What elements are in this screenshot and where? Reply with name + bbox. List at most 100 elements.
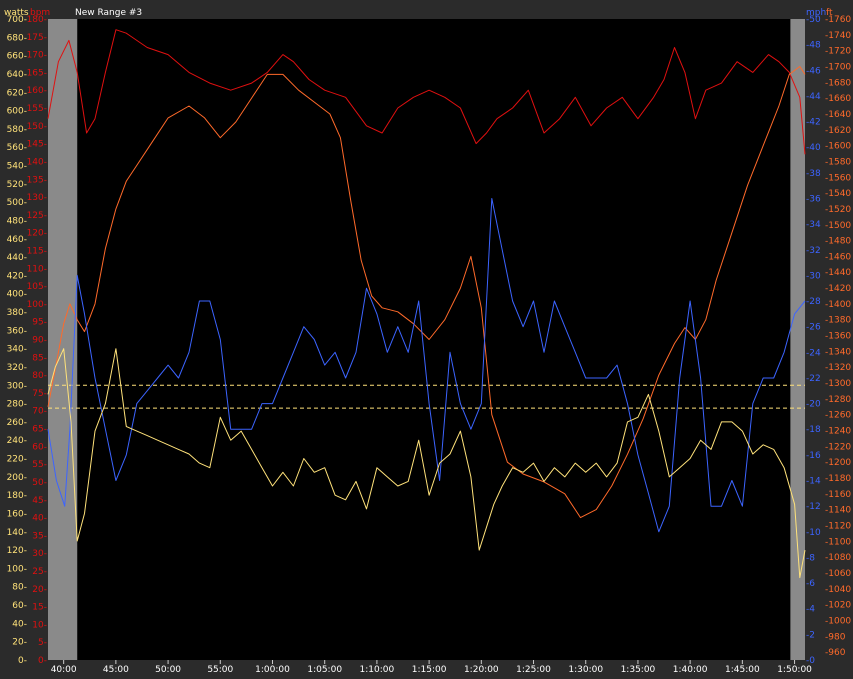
axis-ft-tick: -1540 bbox=[825, 189, 851, 199]
axis-watts-tick: 80- bbox=[12, 583, 27, 593]
axis-mph-tick: -4 bbox=[806, 605, 815, 615]
axis-ft-tick: -1120 bbox=[825, 521, 851, 531]
axis-ft-tick: -1400 bbox=[825, 300, 851, 310]
axis-ft-tick: -1380 bbox=[825, 316, 851, 326]
axis-bpm-tick: 105- bbox=[27, 282, 47, 292]
axis-mph-tick: -44 bbox=[806, 92, 821, 102]
axis-mph-tick: -22 bbox=[806, 374, 821, 384]
axis-bpm-tick: 10- bbox=[32, 620, 47, 630]
axis-ft-tick: -1020 bbox=[825, 601, 851, 611]
time-axis-tick: 1:50:00 bbox=[777, 665, 812, 675]
axis-ft-tick: -1140 bbox=[825, 506, 851, 516]
axis-ft-tick: -1180 bbox=[825, 474, 851, 484]
axis-mph-tick: -38 bbox=[806, 169, 821, 179]
axis-bpm-tick: 50- bbox=[32, 478, 47, 488]
axis-mph-tick: -48 bbox=[806, 41, 821, 51]
time-axis-tick: 1:30:00 bbox=[568, 665, 603, 675]
axis-mph-tick: -8 bbox=[806, 553, 815, 563]
axis-bpm-tick: 45- bbox=[32, 496, 47, 506]
axis-watts-tick: 580- bbox=[7, 125, 27, 135]
axis-bpm-tick: 120- bbox=[27, 229, 47, 239]
axis-mph-tick: -30 bbox=[806, 271, 821, 281]
axis-watts-tick: 200- bbox=[7, 473, 27, 483]
axis-ft-tick: -1340 bbox=[825, 347, 851, 357]
axis-ft-tick: -1740 bbox=[825, 31, 851, 41]
axis-watts-tick: 140- bbox=[7, 528, 27, 538]
axis-ft-tick: -1360 bbox=[825, 332, 851, 342]
axis-watts-tick: 500- bbox=[7, 198, 27, 208]
axis-ft-tick: -1520 bbox=[825, 205, 851, 215]
axis-bpm-tick: 115- bbox=[27, 246, 47, 256]
time-axis-tick: 50:00 bbox=[155, 665, 181, 675]
time-axis-tick: 1:20:00 bbox=[464, 665, 499, 675]
axis-ft-tick: -1080 bbox=[825, 553, 851, 563]
axis-watts-tick: 460- bbox=[7, 235, 27, 245]
axis-mph-tick: -28 bbox=[806, 297, 821, 307]
axis-bpm-tick: 25- bbox=[32, 567, 47, 577]
axis-watts-tick: 280- bbox=[7, 400, 27, 410]
axis-bpm-tick: 145- bbox=[27, 140, 47, 150]
range-label: New Range #3 bbox=[75, 8, 142, 18]
axis-mph-tick: -18 bbox=[806, 425, 821, 435]
axis-watts-tick: 320- bbox=[7, 363, 27, 373]
time-axis-tick: 45:00 bbox=[103, 665, 129, 675]
ft-axis-title: ft bbox=[826, 8, 833, 18]
axis-ft-tick: -1160 bbox=[825, 490, 851, 500]
axis-bpm-tick: 110- bbox=[27, 264, 47, 274]
axis-bpm-tick: 70- bbox=[32, 407, 47, 417]
axis-watts-tick: 360- bbox=[7, 326, 27, 336]
axis-mph-tick: -36 bbox=[806, 194, 821, 204]
axis-ft-tick: -960 bbox=[825, 648, 846, 658]
axis-ft-tick: -1320 bbox=[825, 363, 851, 373]
axis-mph-tick: -26 bbox=[806, 323, 821, 333]
axis-bpm-tick: 150- bbox=[27, 122, 47, 132]
axis-watts-tick: 340- bbox=[7, 345, 27, 355]
axis-watts-tick: 540- bbox=[7, 162, 27, 172]
plot-area bbox=[48, 19, 805, 660]
time-axis-tick: 1:05:00 bbox=[307, 665, 342, 675]
axis-ft-tick: -1300 bbox=[825, 379, 851, 389]
axis-watts-tick: 220- bbox=[7, 455, 27, 465]
axis-mph-tick: -46 bbox=[806, 66, 821, 76]
time-axis-tick: 1:10:00 bbox=[360, 665, 395, 675]
axis-watts-tick: 400- bbox=[7, 290, 27, 300]
axis-watts-tick: 640- bbox=[7, 70, 27, 80]
axis-bpm-tick: 140- bbox=[27, 157, 47, 167]
axis-ft-tick: -1440 bbox=[825, 268, 851, 278]
axis-ft-tick: -1460 bbox=[825, 252, 851, 262]
axis-ft-tick: -1100 bbox=[825, 537, 851, 547]
axis-mph-tick: -6 bbox=[806, 579, 815, 589]
axis-watts-tick: 40- bbox=[12, 619, 27, 629]
axis-ft-tick: -1420 bbox=[825, 284, 851, 294]
axis-bpm-tick: 90- bbox=[32, 336, 47, 346]
axis-mph-tick: -24 bbox=[806, 348, 821, 358]
axis-bpm-tick: 95- bbox=[32, 318, 47, 328]
axis-ft-tick: -1600 bbox=[825, 142, 851, 152]
axis-mph-tick: -10 bbox=[806, 528, 821, 538]
axis-watts-tick: 20- bbox=[12, 638, 27, 648]
axis-watts-tick: 180- bbox=[7, 491, 27, 501]
mph-axis-title: mph bbox=[806, 8, 826, 18]
time-axis-tick: 1:45:00 bbox=[725, 665, 760, 675]
axis-bpm-tick: 20- bbox=[32, 585, 47, 595]
axis-watts-tick: 680- bbox=[7, 33, 27, 43]
ft-axis: -960 -980 -1000 -1020 -1040 -1060 -1080 -1100 -1… bbox=[825, 15, 851, 658]
axis-mph-tick: -34 bbox=[806, 220, 821, 230]
axis-ft-tick: -1700 bbox=[825, 62, 851, 72]
axis-mph-tick: -14 bbox=[806, 477, 821, 487]
axis-watts-tick: 60- bbox=[12, 601, 27, 611]
axis-ft-tick: -1260 bbox=[825, 411, 851, 421]
axis-bpm-tick: 40- bbox=[32, 514, 47, 524]
axis-mph-tick: -2 bbox=[806, 630, 815, 640]
axis-ft-tick: -1500 bbox=[825, 221, 851, 231]
axis-bpm-tick: 35- bbox=[32, 531, 47, 541]
axis-mph-tick: -42 bbox=[806, 118, 821, 128]
axis-mph-tick: -16 bbox=[806, 451, 821, 461]
time-axis-tick: 1:00:00 bbox=[255, 665, 290, 675]
axis-watts-tick: 520- bbox=[7, 180, 27, 190]
axis-bpm-tick: 100- bbox=[27, 300, 47, 310]
axis-bpm-tick: 170- bbox=[27, 51, 47, 61]
axis-ft-tick: -980 bbox=[825, 632, 846, 642]
axis-bpm-tick: 5- bbox=[38, 638, 47, 648]
axis-ft-tick: -1000 bbox=[825, 616, 851, 626]
